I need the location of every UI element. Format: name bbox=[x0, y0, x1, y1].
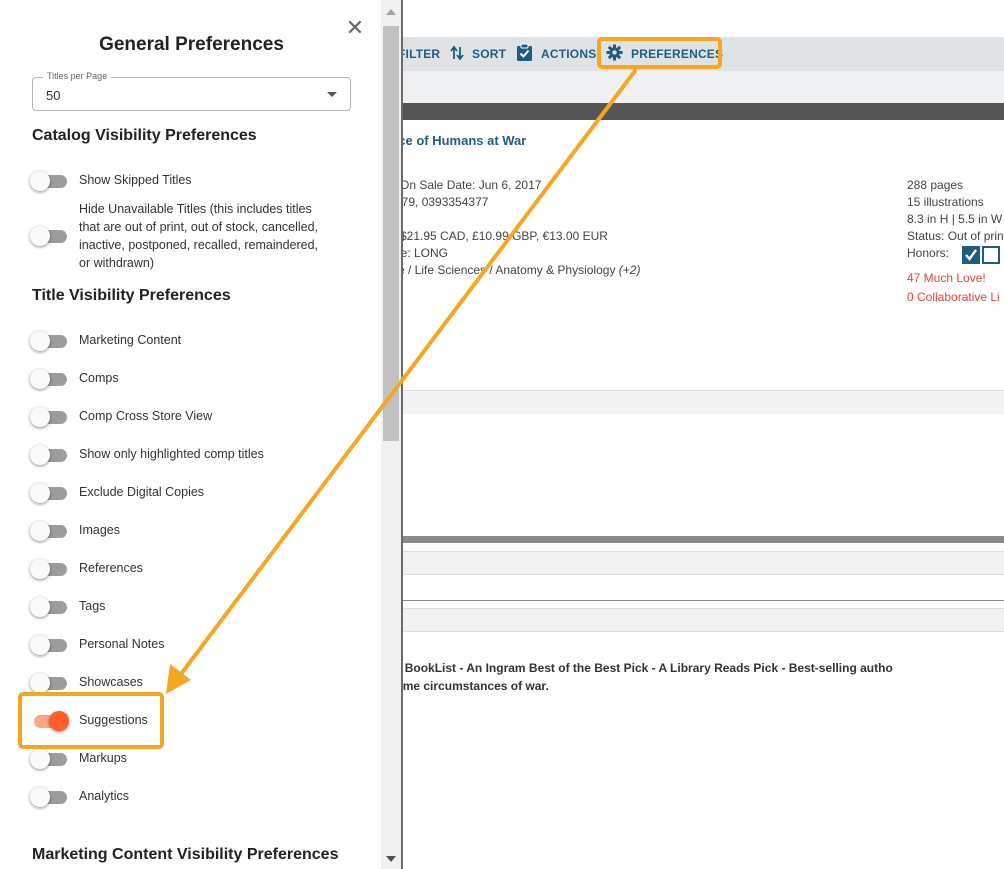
comp-cross-store-toggle[interactable] bbox=[30, 407, 68, 427]
filter-button[interactable]: FILTER bbox=[398, 37, 440, 71]
toggle-row-images: Images bbox=[30, 521, 120, 541]
toggle-row-showcases: Showcases bbox=[30, 673, 143, 693]
toggle-row-exclude-digital: Exclude Digital Copies bbox=[30, 483, 204, 503]
hide-unavailable-toggle[interactable] bbox=[30, 226, 68, 246]
preferences-label: PREFERENCES bbox=[631, 47, 724, 61]
highlighted-comps-toggle[interactable] bbox=[30, 445, 68, 465]
comps-toggle[interactable] bbox=[30, 369, 68, 389]
toggle-row-highlighted-comps: Show only highlighted comp titles bbox=[30, 445, 264, 465]
honor-check-icon[interactable] bbox=[962, 246, 980, 264]
sort-arrows-icon bbox=[450, 45, 464, 64]
toggle-label: Analytics bbox=[79, 789, 130, 803]
toggle-row-hide-unavailable: Hide Unavailable Titles (this includes t… bbox=[30, 202, 331, 272]
sort-label: SORT bbox=[472, 47, 507, 61]
format: le: LONG bbox=[398, 246, 449, 260]
analytics-toggle[interactable] bbox=[30, 787, 68, 807]
toggle-label: Comps bbox=[79, 371, 119, 385]
toggle-label: References bbox=[79, 561, 143, 575]
honors-label: Honors: bbox=[907, 246, 950, 260]
toggle-row-tags: Tags bbox=[30, 597, 105, 617]
marketing-visibility-heading: Marketing Content Visibility Preferences bbox=[32, 846, 339, 863]
dimensions: 8.3 in H | 5.5 in W bbox=[907, 212, 1003, 226]
page-count: 288 pages bbox=[907, 178, 964, 192]
toggle-label: Hide Unavailable Titles (this includes t… bbox=[79, 202, 319, 270]
price: $21.95 CAD, £10.99 GBP, €13.00 EUR bbox=[400, 229, 608, 243]
subjects-more[interactable]: (+2) bbox=[619, 263, 641, 277]
toggle-label: Suggestions bbox=[79, 713, 148, 727]
toggle-label: Exclude Digital Copies bbox=[79, 485, 205, 499]
toggle-label: Show Skipped Titles bbox=[79, 173, 192, 187]
toggle-label: Personal Notes bbox=[79, 637, 165, 651]
references-toggle[interactable] bbox=[30, 559, 68, 579]
toggle-label: Showcases bbox=[79, 675, 143, 689]
exclude-digital-toggle[interactable] bbox=[30, 483, 68, 503]
personal-notes-toggle[interactable] bbox=[30, 635, 68, 655]
actions-label: ACTIONS bbox=[541, 47, 597, 61]
scroll-down-arrow-icon[interactable] bbox=[386, 856, 396, 862]
toggle-row-comp-cross-store: Comp Cross Store View bbox=[30, 407, 212, 427]
panel-title: General Preferences bbox=[99, 34, 284, 55]
sort-button[interactable]: SORT bbox=[450, 37, 506, 71]
isbn: 379, 0393354377 bbox=[395, 195, 489, 209]
actions-button[interactable]: ACTIONS bbox=[516, 37, 596, 71]
subjects: e / Life Sciences / Anatomy & Physiology… bbox=[398, 262, 640, 279]
toggle-row-personal-notes: Personal Notes bbox=[30, 635, 164, 655]
toggle-row-markups: Markups bbox=[30, 749, 127, 769]
toggle-label: Images bbox=[79, 523, 120, 537]
preferences-button[interactable]: PREFERENCES bbox=[606, 37, 723, 71]
toggle-row-show-skipped: Show Skipped Titles bbox=[30, 171, 192, 191]
much-love-link[interactable]: 47 Much Love! bbox=[907, 270, 986, 287]
title-visibility-heading: Title Visibility Preferences bbox=[32, 287, 231, 304]
showcases-toggle[interactable] bbox=[30, 673, 68, 693]
markups-toggle[interactable] bbox=[30, 749, 68, 769]
toggle-row-analytics: Analytics bbox=[30, 787, 129, 807]
tags-toggle[interactable] bbox=[30, 597, 68, 617]
show-skipped-toggle[interactable] bbox=[30, 171, 68, 191]
catalog-visibility-heading: Catalog Visibility Preferences bbox=[32, 127, 257, 144]
subjects-text: e / Life Sciences / Anatomy & Physiology bbox=[398, 263, 616, 277]
clipboard-check-icon bbox=[516, 43, 533, 65]
scrollbar-thumb[interactable] bbox=[383, 26, 399, 441]
toggle-label: Comp Cross Store View bbox=[79, 409, 213, 423]
titles-per-page-select[interactable]: Titles per Page 50 bbox=[32, 71, 351, 111]
marketing-content-toggle[interactable] bbox=[30, 331, 68, 351]
titles-per-page-value: 50 bbox=[46, 88, 61, 103]
toggle-row-suggestions: Suggestions bbox=[30, 711, 148, 731]
filter-label: FILTER bbox=[398, 47, 441, 61]
collaborative-lists-link[interactable]: 0 Collaborative Li bbox=[907, 289, 1000, 306]
status: Status: Out of print bbox=[907, 229, 1004, 243]
caret-down-icon bbox=[327, 92, 337, 97]
illustrations: 15 illustrations bbox=[907, 195, 984, 209]
toggle-row-comps: Comps bbox=[30, 369, 119, 389]
toggle-label: Show only highlighted comp titles bbox=[79, 447, 264, 461]
close-icon[interactable]: ✕ bbox=[344, 17, 366, 40]
images-toggle[interactable] bbox=[30, 521, 68, 541]
honor-badge-icon[interactable] bbox=[982, 246, 1000, 264]
toggle-row-references: References bbox=[30, 559, 143, 579]
gear-icon bbox=[606, 44, 623, 64]
toggle-label: Markups bbox=[79, 751, 127, 765]
toggle-label: Tags bbox=[79, 599, 106, 613]
general-preferences-panel: General Preferences ✕ Titles per Page 50… bbox=[0, 0, 403, 869]
titles-per-page-label: Titles per Page bbox=[43, 71, 112, 81]
suggestions-toggle[interactable] bbox=[30, 711, 69, 731]
toggle-label: Marketing Content bbox=[79, 333, 182, 347]
on-sale-date: On Sale Date: Jun 6, 2017 bbox=[400, 178, 542, 192]
scroll-up-arrow-icon[interactable] bbox=[386, 9, 396, 15]
toggle-row-marketing-content: Marketing Content bbox=[30, 331, 181, 351]
